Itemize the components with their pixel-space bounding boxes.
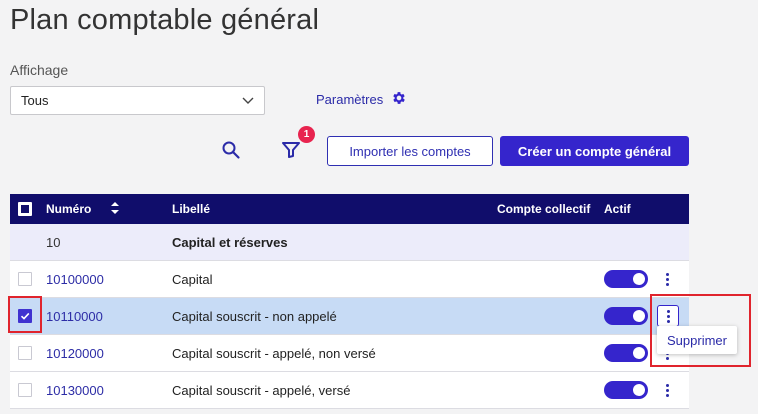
table-row-group: 10 Capital et réserves bbox=[10, 224, 689, 261]
filter-icon[interactable] bbox=[282, 142, 300, 163]
table-row-selected[interactable]: 10110000 Capital souscrit - non appelé bbox=[10, 298, 689, 335]
more-options-icon[interactable] bbox=[657, 305, 679, 327]
row-libelle: Capital et réserves bbox=[172, 234, 288, 250]
table-row[interactable]: 10100000 Capital bbox=[10, 261, 689, 298]
accounts-table: Numéro Libellé Compte collectif Actif 10… bbox=[10, 194, 689, 409]
column-actif: Actif bbox=[604, 202, 631, 216]
table-row[interactable]: 10130000 Capital souscrit - appelé, vers… bbox=[10, 372, 689, 409]
column-libelle: Libellé bbox=[172, 202, 211, 216]
parameters-link[interactable]: Paramètres bbox=[316, 90, 407, 109]
select-all-checkbox[interactable] bbox=[18, 194, 32, 224]
actif-toggle[interactable] bbox=[604, 307, 648, 325]
filter-label: Affichage bbox=[10, 62, 69, 78]
row-numero: 10 bbox=[46, 234, 61, 250]
create-account-button[interactable]: Créer un compte général bbox=[500, 136, 689, 166]
row-numero-link[interactable]: 10110000 bbox=[46, 298, 103, 334]
row-libelle: Capital souscrit - non appelé bbox=[172, 308, 337, 324]
more-options-icon[interactable] bbox=[660, 372, 674, 408]
row-libelle: Capital souscrit - appelé, versé bbox=[172, 382, 351, 398]
parameters-label: Paramètres bbox=[316, 92, 384, 107]
row-libelle: Capital bbox=[172, 271, 213, 287]
column-numero-label: Numéro bbox=[46, 202, 92, 216]
row-checkbox[interactable] bbox=[18, 372, 32, 408]
row-numero-link[interactable]: 10130000 bbox=[46, 372, 104, 408]
row-numero-link[interactable]: 10120000 bbox=[46, 335, 104, 371]
row-checkbox[interactable] bbox=[18, 261, 32, 297]
row-checkbox[interactable] bbox=[18, 335, 32, 371]
chevron-down-icon bbox=[242, 97, 254, 105]
display-filter-select[interactable]: Tous bbox=[10, 86, 265, 115]
more-options-icon[interactable] bbox=[660, 261, 674, 297]
actif-toggle[interactable] bbox=[604, 270, 648, 288]
column-compte-collectif: Compte collectif bbox=[497, 202, 591, 216]
actif-toggle[interactable] bbox=[604, 344, 648, 362]
column-numero[interactable]: Numéro bbox=[46, 194, 120, 224]
display-filter-value: Tous bbox=[21, 93, 49, 108]
table-row[interactable]: 10120000 Capital souscrit - appelé, non … bbox=[10, 335, 689, 372]
sort-icon[interactable] bbox=[111, 201, 120, 217]
row-checkbox-checked[interactable] bbox=[18, 298, 32, 334]
search-icon[interactable] bbox=[221, 140, 241, 165]
row-libelle: Capital souscrit - appelé, non versé bbox=[172, 345, 376, 361]
row-numero-link[interactable]: 10100000 bbox=[46, 261, 104, 297]
gear-icon bbox=[391, 90, 407, 109]
page-title: Plan comptable général bbox=[10, 4, 320, 36]
delete-menu-item[interactable]: Supprimer bbox=[657, 326, 737, 354]
filter-count-badge: 1 bbox=[298, 126, 315, 143]
table-header: Numéro Libellé Compte collectif Actif bbox=[10, 194, 689, 224]
actif-toggle[interactable] bbox=[604, 381, 648, 399]
import-accounts-button[interactable]: Importer les comptes bbox=[327, 136, 493, 166]
